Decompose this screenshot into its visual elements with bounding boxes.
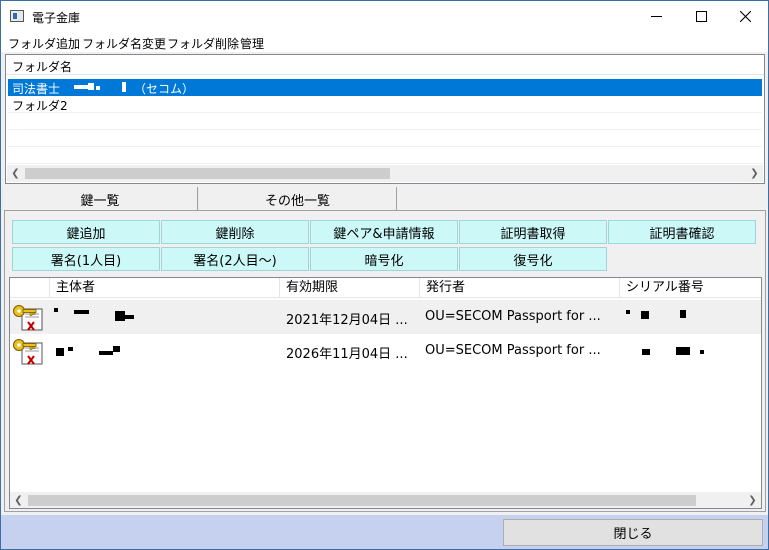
folder-row-empty — [8, 130, 762, 147]
folder-row-empty — [8, 147, 762, 164]
serial-column-header[interactable]: シリアル番号 — [620, 278, 761, 298]
issuer-cell: OU=SECOM Passport for ... — [425, 343, 601, 358]
menu-bar: フォルダ追加 フォルダ名変更 フォルダ削除 管理 — [1, 32, 768, 52]
certificate-row[interactable]: 2026年11月04日 ... OU=SECOM Passport for ..… — [10, 334, 761, 368]
key-list-panel: 鍵追加 鍵削除 鍵ペア&申請情報 証明書取得 証明書確認 署名(1人目) 署名(… — [4, 210, 766, 512]
issuer-cell: OU=SECOM Passport for ... — [425, 309, 601, 324]
sign-second-button[interactable]: 署名(2人目〜) — [161, 247, 309, 271]
expiry-column-header[interactable]: 有効期限 — [280, 278, 420, 298]
menu-add-folder[interactable]: フォルダ追加 — [8, 35, 80, 52]
minimize-icon — [650, 16, 662, 17]
get-certificate-button[interactable]: 証明書取得 — [459, 220, 607, 244]
certificate-key-icon — [13, 305, 43, 331]
folder-row-empty — [8, 113, 762, 130]
certificate-list: 主体者 有効期限 発行者 シリアル番号 2021年12月04日 ... OU=S… — [9, 277, 762, 509]
redacted-text — [56, 348, 64, 356]
menu-admin[interactable]: 管理 — [240, 35, 264, 52]
redacted-text — [680, 310, 686, 318]
sign-first-button[interactable]: 署名(1人目) — [12, 247, 160, 271]
redacted-text — [641, 311, 649, 319]
encrypt-button[interactable]: 暗号化 — [310, 247, 458, 271]
redacted-text — [122, 82, 126, 92]
folder-row[interactable]: フォルダ2 — [8, 96, 762, 113]
certificate-horizontal-scrollbar[interactable]: ❮ ❯ — [10, 492, 761, 508]
expiry-cell: 2021年12月04日 ... — [286, 313, 408, 328]
close-window-button[interactable] — [722, 1, 768, 32]
title-bar: 電子金庫 — [1, 1, 768, 32]
icon-column-header[interactable] — [10, 278, 50, 298]
scrollbar-thumb[interactable] — [25, 168, 390, 179]
decrypt-button[interactable]: 復号化 — [459, 247, 607, 271]
redacted-text — [74, 85, 88, 89]
redacted-text — [99, 351, 113, 355]
footer-bar: 閉じる — [1, 515, 768, 549]
folder-name-prefix: 司法書士 — [12, 82, 61, 96]
keypair-request-button[interactable]: 鍵ペア&申請情報 — [310, 220, 458, 244]
expiry-cell: 2026年11月04日 ... — [286, 347, 408, 362]
scroll-right-icon[interactable]: ❯ — [746, 165, 763, 182]
redacted-text — [642, 349, 650, 355]
redacted-text — [88, 83, 94, 90]
redacted-text — [74, 310, 89, 314]
issuer-column-header[interactable]: 発行者 — [420, 278, 620, 298]
menu-rename-folder[interactable]: フォルダ名変更 — [82, 35, 166, 52]
window-title: 電子金庫 — [32, 11, 81, 25]
folder-list: フォルダ名 司法書士 （セコム） フォルダ2 ❮ ❯ — [5, 54, 765, 184]
menu-delete-folder[interactable]: フォルダ削除 — [167, 35, 239, 52]
check-certificate-button[interactable]: 証明書確認 — [608, 220, 756, 244]
tab-other-list[interactable]: その他一覧 — [198, 187, 397, 211]
redacted-text — [700, 350, 704, 354]
add-key-button[interactable]: 鍵追加 — [12, 220, 160, 244]
redacted-text — [54, 308, 58, 312]
folder-horizontal-scrollbar[interactable]: ❮ ❯ — [7, 165, 763, 182]
redacted-text — [676, 347, 690, 355]
certificate-list-header: 主体者 有効期限 発行者 シリアル番号 — [10, 278, 761, 298]
tab-strip: 鍵一覧 その他一覧 — [1, 187, 768, 211]
redacted-text — [124, 315, 134, 319]
folder-name: フォルダ2 — [12, 99, 68, 113]
folder-list-header[interactable]: フォルダ名 — [6, 55, 764, 75]
close-button[interactable]: 閉じる — [503, 519, 763, 546]
scroll-left-icon[interactable]: ❮ — [10, 492, 27, 508]
scroll-left-icon[interactable]: ❮ — [7, 165, 24, 182]
redacted-text — [68, 347, 73, 351]
certificate-key-icon — [13, 339, 43, 365]
app-window: 電子金庫 フォルダ追加 フォルダ名変更 フォルダ削除 管理 フォルダ名 司法書士… — [0, 0, 769, 550]
maximize-button[interactable] — [678, 1, 724, 32]
redacted-text — [626, 310, 630, 314]
minimize-button[interactable] — [633, 1, 679, 32]
close-icon — [739, 11, 751, 22]
folder-name-suffix: （セコム） — [134, 82, 195, 96]
tab-key-list[interactable]: 鍵一覧 — [2, 187, 198, 211]
folder-name-column-header: フォルダ名 — [12, 60, 73, 74]
scrollbar-thumb[interactable] — [28, 495, 696, 506]
certificate-row[interactable]: 2021年12月04日 ... OU=SECOM Passport for ..… — [10, 300, 761, 334]
redacted-text — [96, 86, 100, 90]
delete-key-button[interactable]: 鍵削除 — [161, 220, 309, 244]
subject-column-header[interactable]: 主体者 — [50, 278, 280, 298]
app-icon — [10, 10, 24, 22]
redacted-text — [113, 346, 120, 352]
scroll-right-icon[interactable]: ❯ — [744, 492, 761, 508]
folder-row[interactable]: 司法書士 （セコム） — [8, 79, 762, 96]
maximize-icon — [695, 11, 707, 22]
